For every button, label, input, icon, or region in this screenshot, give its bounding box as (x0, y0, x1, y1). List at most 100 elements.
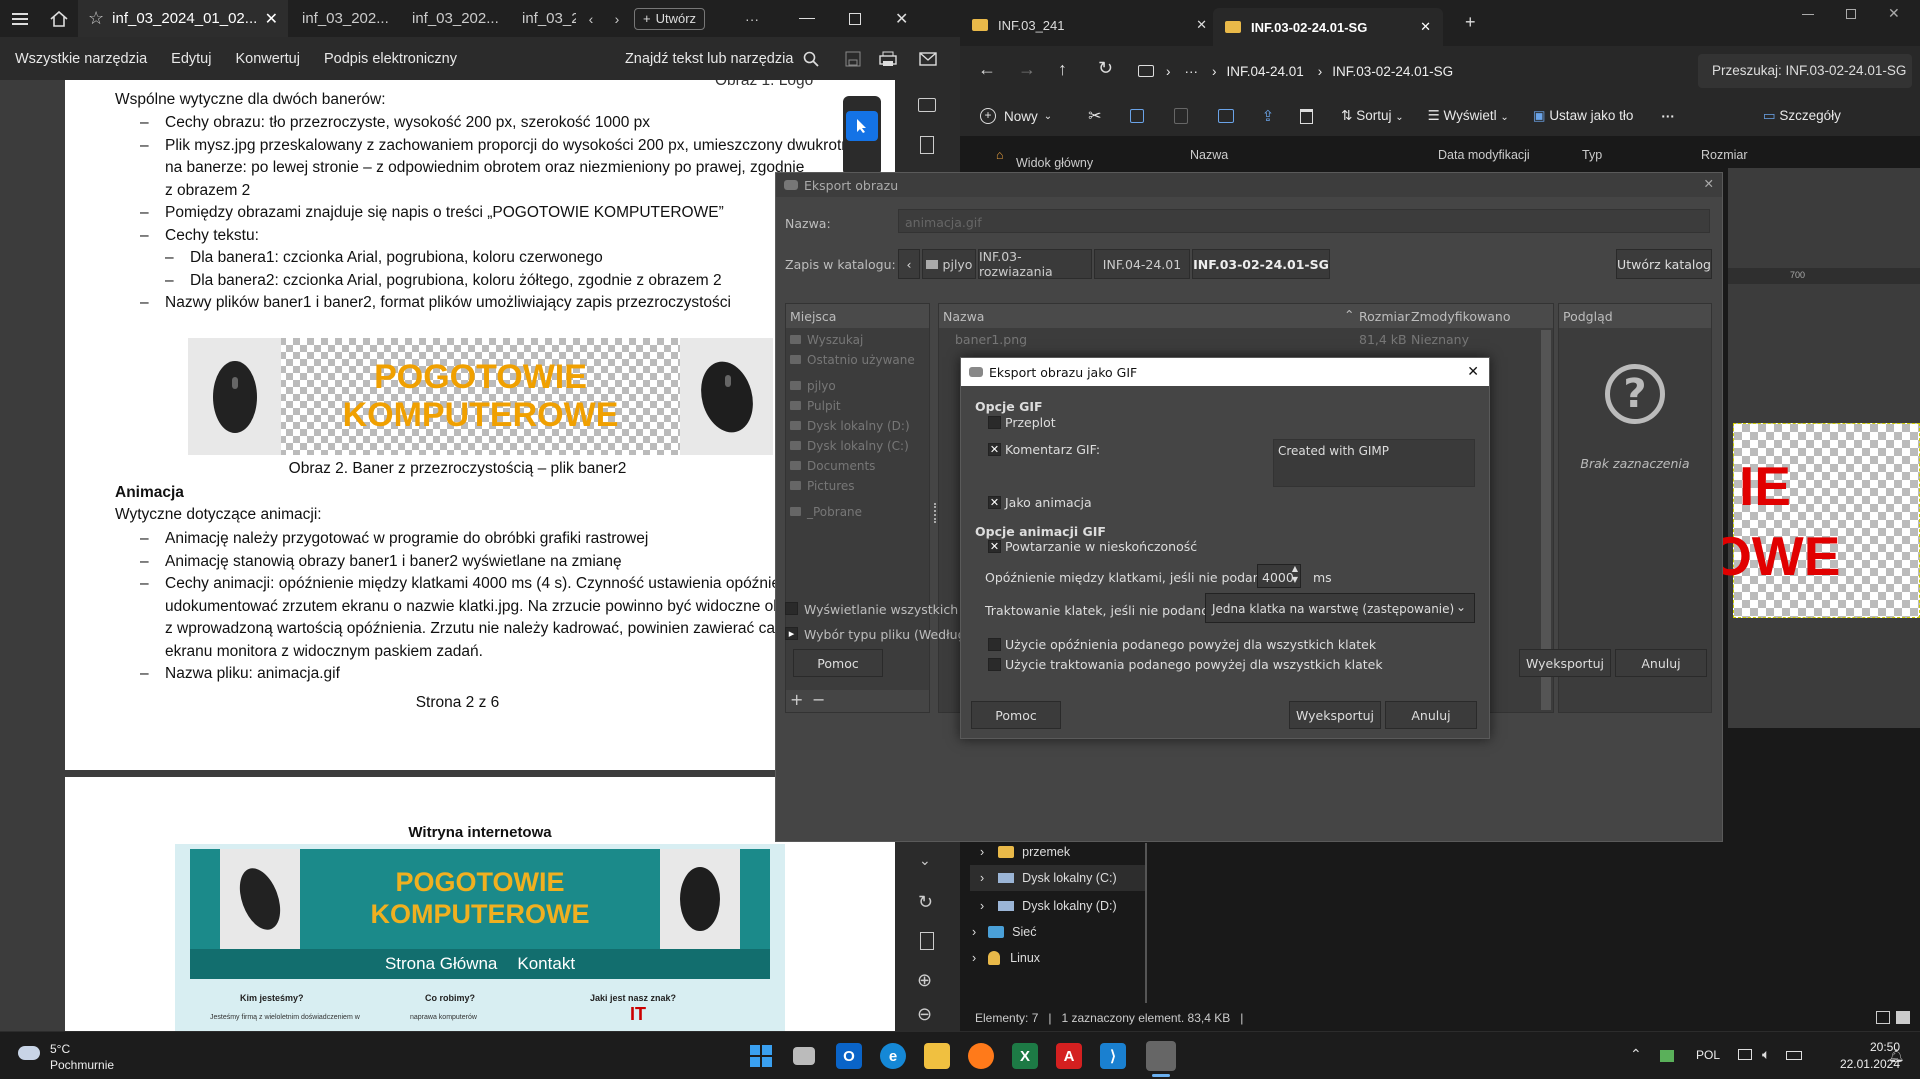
hamburger-menu-icon[interactable] (0, 12, 40, 26)
details-view-icon[interactable] (1876, 1011, 1890, 1024)
network-status-icon[interactable] (1660, 1050, 1674, 1062)
pdf-tab-active[interactable]: ☆ inf_03_2024_01_02... ✕ (78, 0, 288, 37)
close-icon[interactable]: ✕ (1467, 364, 1479, 380)
path-crumb-active[interactable]: INF.03-02-24.01-SG (1192, 249, 1330, 279)
tray-chevron-icon[interactable]: ⌃ (1630, 1046, 1642, 1063)
set-wallpaper-button[interactable]: ▣ Ustaw jako tło (1533, 108, 1634, 124)
place-item[interactable]: Dysk lokalny (D:) (786, 414, 929, 434)
zoom-out-icon[interactable]: ⊖ (917, 1004, 932, 1025)
create-folder-button[interactable]: Utwórz katalog (1616, 249, 1712, 279)
vscode-icon[interactable]: ⟩ (1100, 1043, 1126, 1069)
forward-icon[interactable]: → (1018, 59, 1036, 80)
path-crumb[interactable]: pjlyo (922, 249, 976, 279)
address-bar[interactable]: › ··· › INF.04-24.01 › INF.03-02-24.01-S… (1130, 54, 1580, 88)
cancel-button[interactable]: Anuluj (1615, 649, 1707, 677)
delay-spinbutton[interactable]: 4000 ▲ ▼ (1257, 564, 1301, 588)
place-item[interactable]: pjlyo (786, 374, 929, 394)
path-crumb[interactable]: INF.04-24.01 (1094, 249, 1190, 279)
remove-bookmark-icon[interactable]: − (812, 690, 825, 709)
close-tab-icon[interactable]: ✕ (1420, 19, 1431, 35)
breadcrumb-item[interactable]: INF.03-02-24.01-SG (1332, 64, 1453, 79)
chevron-down-icon[interactable]: ⌄ (919, 852, 931, 869)
maximize-icon[interactable] (1846, 9, 1856, 19)
explorer-tab[interactable]: INF.03_241 ✕ (972, 10, 1207, 40)
chevron-left-icon[interactable]: ‹ (576, 11, 606, 27)
tree-item[interactable]: › przemek (980, 845, 1070, 859)
maximize-icon[interactable] (849, 12, 862, 25)
pdf-tab[interactable]: inf_03_202... (288, 0, 398, 37)
minimize-icon[interactable] (1802, 14, 1814, 15)
cancel-button[interactable]: Anuluj (1385, 701, 1477, 729)
delay-value[interactable]: 4000 (1262, 570, 1294, 585)
acrobat-icon[interactable]: A (1056, 1043, 1082, 1069)
close-tab-icon[interactable]: ✕ (265, 9, 278, 29)
column-header-size[interactable]: Rozmiar (1701, 148, 1748, 162)
add-bookmark-icon[interactable]: + (790, 690, 803, 709)
place-item[interactable]: Ostatnio używane (786, 348, 929, 368)
path-back-button[interactable]: ‹ (898, 249, 920, 279)
search-input[interactable]: Przeszukaj: INF.03-02-24.01-SG (1698, 54, 1912, 88)
export-button[interactable]: Wyeksportuj (1289, 701, 1381, 729)
menu-e-signature[interactable]: Podpis elektroniczny (324, 51, 457, 67)
pdf-tab[interactable]: inf_03_202... (398, 0, 508, 37)
back-icon[interactable]: ← (978, 59, 996, 80)
export-button[interactable]: Wyeksportuj (1519, 649, 1611, 677)
search-icon[interactable] (803, 51, 820, 67)
file-type-expander[interactable]: ▸ (785, 627, 798, 640)
chevron-right-icon[interactable]: › (606, 11, 628, 27)
paste-icon[interactable] (1173, 108, 1188, 124)
place-item[interactable]: Dysk lokalny (C:) (786, 434, 929, 454)
use-disposal-all-checkbox[interactable] (988, 658, 1001, 671)
filename-input[interactable]: animacja.gif (898, 209, 1710, 233)
tree-item[interactable]: › Dysk lokalny (D:) (980, 899, 1117, 913)
menu-edit[interactable]: Edytuj (171, 51, 211, 67)
copy-icon[interactable] (1129, 109, 1144, 123)
spin-down-icon[interactable]: ▼ (1292, 575, 1298, 584)
place-item[interactable]: Wyszukaj (786, 328, 929, 348)
overflow-icon[interactable]: ··· (1185, 64, 1199, 79)
new-tab-button[interactable]: + Utwórz (634, 7, 706, 30)
help-button[interactable]: Pomoc (971, 701, 1061, 729)
column-header-modified[interactable]: Zmodyfikowano (1411, 309, 1511, 324)
path-crumb[interactable]: INF.03-rozwiazania (978, 249, 1092, 279)
print-icon[interactable] (879, 51, 898, 67)
show-all-files-checkbox[interactable] (785, 602, 798, 615)
find-tools-text[interactable]: Znajdź tekst lub narzędzia (625, 51, 793, 67)
excel-icon[interactable]: X (1012, 1043, 1038, 1069)
tree-item-selected[interactable]: › Dysk lokalny (C:) (970, 865, 1146, 891)
outlook-icon[interactable]: O (836, 1043, 862, 1069)
notification-bell-icon[interactable]: 🔔︎ (1888, 1048, 1905, 1064)
details-button[interactable]: ▭ Szczegóły (1763, 108, 1841, 124)
new-tab-icon[interactable]: + (1465, 12, 1476, 33)
sort-button[interactable]: ⇅ Sortuj ⌄ (1341, 108, 1404, 124)
new-button[interactable]: + Nowy ⌄ (980, 108, 1052, 124)
refresh-icon[interactable]: ↻ (918, 892, 933, 913)
task-view-icon[interactable] (793, 1047, 815, 1065)
display-icon[interactable] (1738, 1049, 1752, 1060)
nav-home-item[interactable]: Widok główny (1016, 156, 1093, 170)
close-window-icon[interactable]: ✕ (1888, 5, 1900, 22)
mail-icon[interactable] (919, 51, 938, 66)
share-icon[interactable]: ⇪ (1262, 107, 1275, 125)
place-item[interactable]: Pictures (786, 474, 929, 494)
menu-convert[interactable]: Konwertuj (235, 51, 299, 67)
minimize-icon[interactable] (799, 18, 816, 19)
select-tool-button[interactable] (846, 111, 878, 141)
column-header-date[interactable]: Data modyfikacji (1438, 148, 1530, 162)
column-header-name[interactable]: Nazwa (943, 309, 984, 324)
close-tab-icon[interactable]: ✕ (1196, 17, 1207, 33)
rename-icon[interactable] (1217, 109, 1234, 123)
loop-forever-checkbox[interactable]: ✕ (988, 540, 1001, 553)
pane-splitter[interactable] (934, 503, 936, 523)
star-icon[interactable]: ☆ (88, 8, 104, 29)
battery-icon[interactable] (1786, 1051, 1802, 1060)
close-icon[interactable]: ✕ (1704, 176, 1714, 191)
use-delay-all-checkbox[interactable] (988, 638, 1001, 651)
more-icon[interactable]: ··· (1661, 109, 1675, 124)
breadcrumb-item[interactable]: INF.04-24.01 (1227, 64, 1304, 79)
place-item[interactable]: Documents (786, 454, 929, 474)
column-header-type[interactable]: Typ (1582, 148, 1602, 162)
view-button[interactable]: ☰ Wyświetl ⌄ (1428, 108, 1509, 124)
column-header-size[interactable]: Rozmiar (1359, 309, 1410, 324)
explorer-tab-active[interactable]: INF.03-02-24.01-SG ✕ (1213, 8, 1443, 46)
